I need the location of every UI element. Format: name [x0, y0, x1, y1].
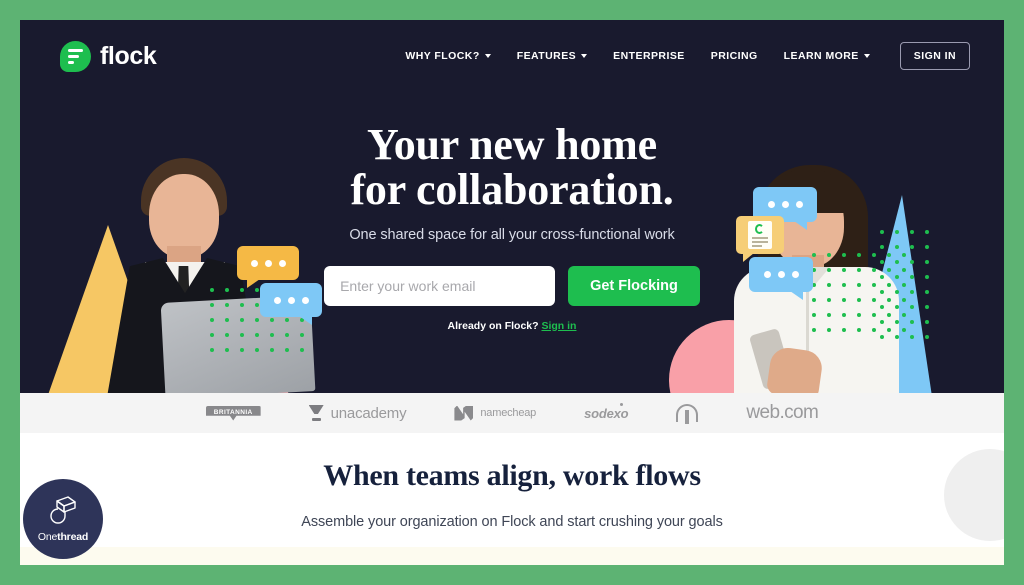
work-email-input[interactable] — [324, 265, 556, 306]
logo-sodexo: sodexo — [584, 402, 629, 421]
hero-headline-line1: Your new home — [367, 120, 657, 169]
onethread-name-light: One — [37, 531, 58, 543]
nav-item-label: LEARN MORE — [783, 50, 859, 62]
nav-item-enterprise[interactable]: ENTERPRISE — [613, 50, 685, 62]
chevron-down-icon — [484, 54, 491, 58]
nav-links: WHY FLOCK? FEATURES ENTERPRISE PRICING L… — [405, 42, 970, 70]
logo-label: sodexo — [584, 402, 629, 421]
chevron-down-icon — [863, 54, 870, 58]
logo-label: unacademy — [330, 404, 407, 422]
onethread-name-bold: thread — [57, 531, 89, 543]
logo-label: namecheap — [480, 407, 537, 419]
nav-item-label: PRICING — [710, 50, 758, 62]
top-navigation-bar: flock WHY FLOCK? FEATURES ENTERPRISE PRI… — [20, 20, 1004, 92]
logo-label-text: sodexo — [584, 405, 629, 421]
britannia-shield-icon: BRITANNIA — [205, 405, 261, 421]
chevron-down-icon — [581, 54, 588, 58]
nav-item-features[interactable]: FEATURES — [516, 50, 588, 62]
brand-name: flock — [100, 41, 157, 70]
mcdonalds-arch-icon — [676, 404, 699, 424]
onethread-isometric-icon — [50, 496, 76, 524]
onethread-watermark-badge[interactable]: Onethread — [23, 479, 103, 559]
namecheap-n-icon — [454, 405, 474, 421]
cream-band — [20, 547, 1004, 565]
nav-item-label: WHY FLOCK? — [405, 50, 480, 62]
hero-subheading: One shared space for all your cross-func… — [349, 226, 675, 243]
already-member-text: Already on Flock? — [447, 319, 539, 332]
nav-item-label: FEATURES — [516, 50, 577, 62]
logo-namecheap: namecheap — [454, 405, 537, 421]
nav-item-label: ENTERPRISE — [613, 50, 685, 62]
hero-section: flock WHY FLOCK? FEATURES ENTERPRISE PRI… — [20, 20, 1004, 393]
logo-unacademy: unacademy — [309, 405, 407, 422]
hero-headline-line2: for collaboration. — [350, 164, 674, 214]
logo-mcdonalds — [676, 404, 699, 424]
already-member-row: Already on Flock? Sign in — [20, 320, 1004, 332]
bottom-section: When teams align, work flows Assemble yo… — [20, 433, 1004, 565]
customer-logo-strip: BRITANNIA unacademy namecheap sodexo web… — [20, 393, 1004, 433]
hero-headline: Your new home for collaboration. — [20, 120, 1004, 214]
flock-speech-bubble-logo-icon — [60, 40, 91, 72]
page-frame: flock WHY FLOCK? FEATURES ENTERPRISE PRI… — [20, 20, 1004, 565]
trophy-icon — [309, 405, 324, 421]
section-subtitle: Assemble your organization on Flock and … — [301, 514, 723, 530]
logo-webcom: web.com — [746, 402, 818, 424]
signup-form: Get Flocking — [20, 265, 1004, 306]
get-flocking-button[interactable]: Get Flocking — [568, 265, 700, 306]
sign-in-button[interactable]: SIGN IN — [899, 42, 970, 70]
sign-in-link[interactable]: Sign in — [541, 320, 576, 332]
nav-item-learn-more[interactable]: LEARN MORE — [784, 50, 870, 62]
nav-item-pricing[interactable]: PRICING — [711, 50, 758, 62]
section-title: When teams align, work flows — [323, 459, 701, 492]
logo-label: web.com — [746, 402, 819, 423]
nav-item-why-flock[interactable]: WHY FLOCK? — [405, 50, 491, 62]
onethread-label: Onethread — [38, 531, 88, 543]
brand-logo[interactable]: flock — [60, 40, 157, 72]
logo-britannia: BRITANNIA — [205, 405, 261, 421]
